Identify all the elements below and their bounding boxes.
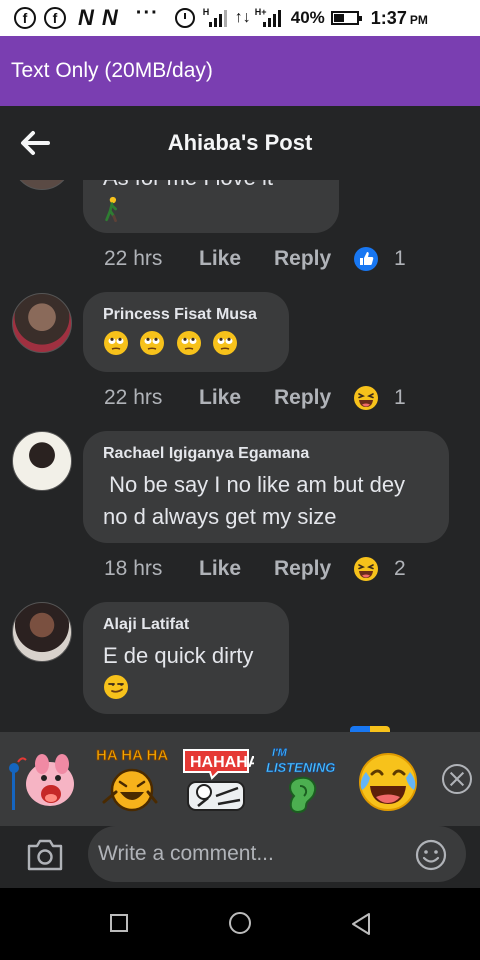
comment-text: E de quick dirty xyxy=(103,643,254,668)
eye-roll-emoji xyxy=(140,331,165,355)
commenter-name[interactable]: Princess Fisat Musa xyxy=(103,306,269,324)
data-transfer-icon: ↑↓ xyxy=(234,9,251,26)
ha-ha-ha-sticker[interactable]: HA HA HA xyxy=(92,742,168,818)
n-notification-icon-2: N xyxy=(101,5,118,30)
emoji-row xyxy=(103,330,269,356)
eye-roll-emoji xyxy=(213,331,238,355)
close-stickers-button[interactable] xyxy=(442,764,472,794)
like-button[interactable]: Like xyxy=(199,247,241,271)
comment-text: No be say I no like am but dey no d alwa… xyxy=(103,472,412,529)
comment-actions: 22 hrs Like Reply 1 xyxy=(104,244,424,274)
sticker-tray: HA HA HA HAHAHA I'M LISTENING xyxy=(0,732,480,826)
haha-reaction-icon[interactable] xyxy=(353,556,379,582)
network-type-label: H xyxy=(202,7,210,17)
like-button[interactable]: Like xyxy=(199,386,241,410)
haha-reaction-icon[interactable] xyxy=(353,385,379,411)
facebook-notification-icon-2: f xyxy=(44,7,66,29)
im-listening-sticker[interactable]: I'M LISTENING xyxy=(264,742,340,818)
back-triangle-icon[interactable] xyxy=(350,912,372,936)
home-icon[interactable] xyxy=(229,912,251,934)
clock-time: 1:37 xyxy=(370,7,407,28)
avatar[interactable] xyxy=(12,602,72,662)
status-bar: f f N N ··· H ↑↓ H+ 40% 1:37 PM xyxy=(0,0,480,36)
person-walking-emoji xyxy=(105,196,117,223)
comment-composer xyxy=(0,826,480,888)
more-notifications-icon: ··· xyxy=(135,1,159,24)
alarm-icon xyxy=(174,8,195,28)
data-mode-label: Text Only (20MB/day) xyxy=(11,59,213,82)
comment-bubble[interactable]: Rachael Igiganya Egamana No be say I no … xyxy=(83,431,449,543)
system-navigation-bar xyxy=(0,888,480,960)
battery-percent: 40% xyxy=(290,8,325,27)
svg-text:HA HA HA: HA HA HA xyxy=(96,747,168,764)
comment-input[interactable] xyxy=(88,826,466,882)
signal-group-2: H+ xyxy=(254,7,281,27)
singing-pig-sticker[interactable] xyxy=(4,742,80,818)
avatar[interactable] xyxy=(12,180,72,190)
facebook-notification-icon: f xyxy=(14,7,36,29)
comment-bubble[interactable]: Alaji Latifat E de quick dirty xyxy=(83,602,289,714)
network-type-label-2: H+ xyxy=(254,7,267,17)
like-reaction-icon[interactable] xyxy=(353,246,379,272)
comment-text: As for me I love it xyxy=(103,180,319,194)
page-title: Ahiaba's Post xyxy=(167,130,313,155)
n-notification-icon: N xyxy=(78,5,94,30)
comment-actions: 22 hrs Like Reply 1 xyxy=(104,383,424,413)
emoji-picker-icon[interactable] xyxy=(414,838,448,872)
avatar[interactable] xyxy=(12,431,72,491)
battery-icon xyxy=(330,11,362,25)
recent-apps-icon[interactable] xyxy=(110,914,128,932)
post-header: Ahiaba's Post xyxy=(0,106,480,180)
hahaha-sticker[interactable]: HAHAHA xyxy=(178,742,254,818)
comment-time[interactable]: 22 hrs xyxy=(104,247,162,271)
signal-group-1: H xyxy=(202,7,227,27)
data-mode-banner[interactable]: Text Only (20MB/day) xyxy=(0,36,480,106)
smirk-emoji xyxy=(104,675,128,699)
commenter-name[interactable]: Rachael Igiganya Egamana xyxy=(103,445,429,463)
comments-feed[interactable]: As for me I love it 22 hrs Like Reply 1 … xyxy=(0,180,480,732)
reply-button[interactable]: Reply xyxy=(274,247,331,271)
comment-bubble[interactable]: Princess Fisat Musa xyxy=(83,292,289,372)
eye-roll-emoji xyxy=(176,331,201,355)
reaction-count: 1 xyxy=(394,386,406,409)
reaction-count: 1 xyxy=(394,247,406,270)
comment-actions: 18 hrs Like Reply 2 xyxy=(104,554,424,584)
camera-icon[interactable] xyxy=(26,838,64,872)
comment-time[interactable]: 22 hrs xyxy=(104,386,162,410)
clock-ampm: PM xyxy=(409,12,428,27)
reaction-count: 2 xyxy=(394,557,406,580)
reply-button[interactable]: Reply xyxy=(274,557,331,581)
signal-strength-icon xyxy=(208,9,227,27)
avatar[interactable] xyxy=(12,293,72,353)
laughing-emoji-sticker[interactable] xyxy=(350,742,426,818)
reply-button[interactable]: Reply xyxy=(274,386,331,410)
comment-bubble[interactable]: As for me I love it xyxy=(83,180,339,233)
svg-text:HAHAHA: HAHAHA xyxy=(190,754,254,771)
svg-text:LISTENING: LISTENING xyxy=(266,760,335,775)
commenter-name[interactable]: Alaji Latifat xyxy=(103,616,269,634)
comment-time[interactable]: 18 hrs xyxy=(104,557,162,581)
like-button[interactable]: Like xyxy=(199,557,241,581)
svg-text:I'M: I'M xyxy=(272,747,288,759)
eye-roll-emoji xyxy=(104,331,128,355)
